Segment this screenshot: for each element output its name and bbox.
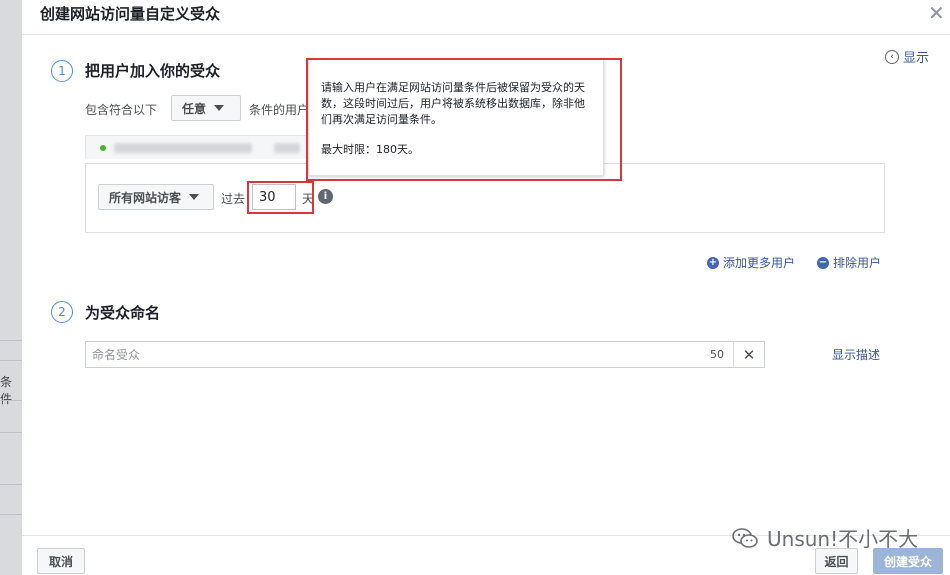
redacted-pixel-id [274,143,300,153]
divider [0,360,22,361]
minus-circle-icon: − [817,256,829,269]
section1-title: 把用户加入你的受众 [85,62,221,80]
show-description-link[interactable]: 显示描述 [832,346,880,363]
redacted-pixel-name [114,143,252,153]
exclude-users-link[interactable]: − 排除用户 [817,254,881,271]
section2-title: 为受众命名 [85,304,161,322]
any-dropdown[interactable]: 任意 [171,95,241,121]
conditions-text: 条件的用户 [249,103,310,117]
caret-down-icon [214,105,225,111]
create-audience-dialog: 创建网站访问量自定义受众 ✕ ‹ 显示 1 把用户加入你的受众 包含符合以下 任… [22,0,950,575]
step-number-1: 1 [51,60,73,82]
highlight-box-tooltip [306,58,622,181]
clear-icon[interactable]: ✕ [733,341,765,368]
divider [0,514,22,515]
divider [0,400,22,401]
plus-circle-icon: + [707,256,719,269]
cancel-button[interactable]: 取消 [37,548,85,574]
close-icon[interactable]: ✕ [928,1,945,25]
watermark: Unsun!不小不大 [731,523,918,552]
background-fragment: 条件 [0,375,13,406]
exclude-label: 排除用户 [833,256,882,270]
chevron-left-icon: ‹ [885,49,899,64]
audience-type-label: 所有网站访客 [109,190,182,205]
include-text: 包含符合以下 [85,103,158,117]
watermark-text: Unsun!不小不大 [767,527,919,551]
audience-type-dropdown[interactable]: 所有网站访客 [98,184,214,210]
dialog-header: 创建网站访问量自定义受众 ✕ [22,0,950,35]
past-label: 过去 [221,192,246,206]
divider [0,432,22,433]
audience-name-input[interactable] [85,341,765,368]
divider [0,484,22,485]
show-toggle-link[interactable]: ‹ 显示 [885,47,929,66]
wechat-icon [732,527,758,548]
pixel-source-row [85,135,307,159]
background-page: 条件 [0,0,22,575]
add-more-users-link[interactable]: + 添加更多用户 [707,254,795,271]
highlight-box-days [247,181,314,214]
show-label: 显示 [903,51,930,66]
caret-down-icon [189,194,200,200]
any-dropdown-label: 任意 [182,101,207,116]
dialog-title: 创建网站访问量自定义受众 [40,5,221,23]
char-counter: 50 [710,348,724,361]
show-description-label: 显示描述 [832,348,881,362]
add-more-label: 添加更多用户 [723,256,796,270]
step-number-2: 2 [51,301,73,323]
info-icon[interactable]: i [318,189,333,204]
status-dot-icon [100,145,106,151]
divider [0,340,22,341]
